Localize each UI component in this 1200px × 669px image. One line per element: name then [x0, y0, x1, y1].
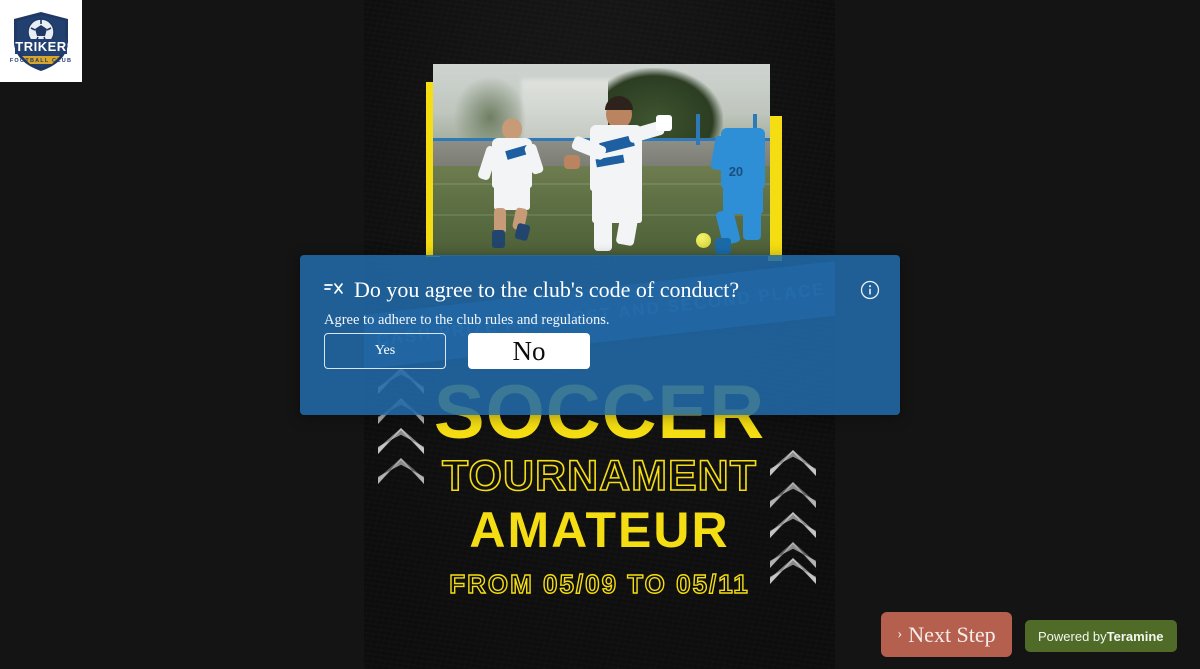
no-button[interactable]: No [468, 333, 590, 369]
next-step-label: Next Step [908, 621, 996, 647]
svg-text:FOOTBALL CLUB: FOOTBALL CLUB [10, 58, 72, 64]
poster-dates: FROM 05/09 TO 05/11 [449, 569, 750, 600]
soccer-player-photo: 20 [433, 64, 770, 256]
powered-by-prefix: Powered by [1038, 628, 1107, 644]
strikers-shield-logo-icon: STRIKERS FOOTBALL CLUB [6, 12, 76, 71]
svg-text:STRIKERS: STRIKERS [6, 39, 76, 54]
accent-bar-right [768, 116, 782, 261]
player-background [477, 117, 550, 256]
code-of-conduct-dialog: Do you agree to the club's code of condu… [300, 255, 900, 415]
player-foreground [564, 95, 694, 256]
powered-by-brand: Teramine [1106, 628, 1164, 644]
club-logo-card: STRIKERS FOOTBALL CLUB [0, 0, 82, 82]
poster-level: AMATEUR [469, 502, 730, 559]
dialog-title: Do you agree to the club's code of condu… [354, 277, 740, 302]
dialog-button-row: Yes No [324, 333, 590, 369]
next-step-button[interactable]: › Next Step [881, 612, 1012, 657]
soccer-ball [695, 232, 711, 248]
dialog-subtitle: Agree to adhere to the club rules and re… [324, 312, 610, 328]
powered-by-badge[interactable]: Powered by Teramine [1025, 620, 1177, 652]
info-circle-icon[interactable] [860, 280, 880, 300]
dialog-header: Do you agree to the club's code of condu… [324, 277, 844, 303]
chevron-right-icon: › [897, 626, 903, 642]
player-opponent: 20 [709, 114, 770, 254]
yes-button[interactable]: Yes [324, 333, 446, 369]
app-root: 20 CASH PRIZE FOR FIRST AND SECOND PLACE [0, 0, 1200, 669]
shuffle-icon [324, 283, 343, 294]
poster-subtitle: TOURNAMENT [441, 451, 757, 500]
